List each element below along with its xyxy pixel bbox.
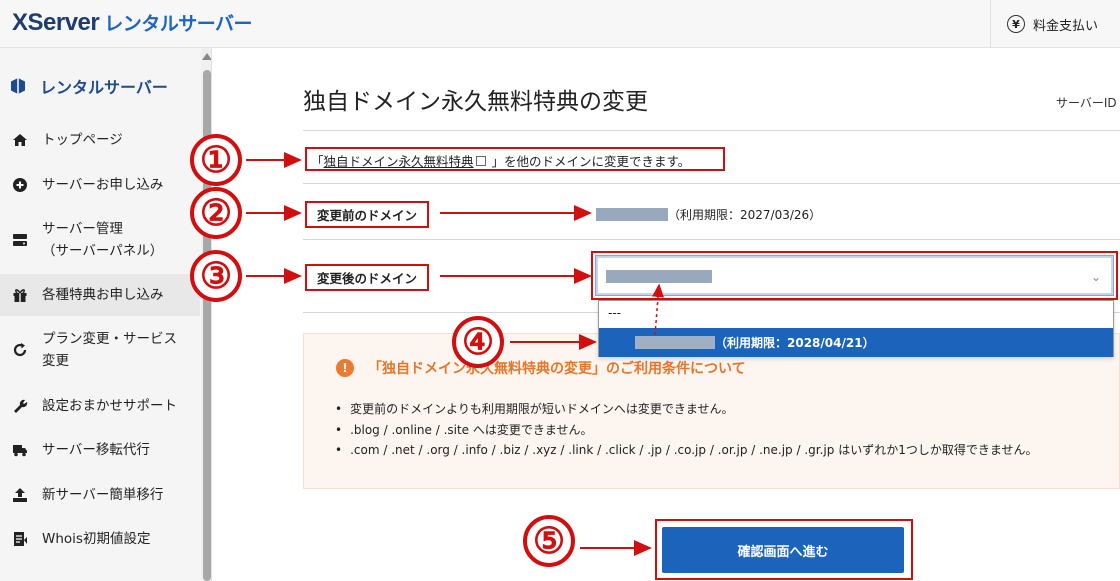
sidebar-title[interactable]: レンタルサーバー: [0, 68, 200, 104]
annotation-number-3: ③: [190, 250, 242, 302]
annotation-number-1: ①: [190, 134, 242, 186]
server-id-label: サーバーID: [1056, 96, 1117, 110]
sidebar-item-plan-change[interactable]: プラン変更・サービス 変更: [0, 328, 200, 374]
notice-title-text: 「独自ドメイン永久無料特典の変更」のご利用条件について: [368, 361, 746, 377]
sidebar-item-label: 各種特典お申し込み: [42, 287, 164, 303]
page-title: 独自ドメイン永久無料特典の変更: [303, 89, 648, 115]
logo-main-text: XServer: [12, 9, 100, 36]
upload-icon: [13, 488, 27, 502]
masked-domain: [635, 336, 715, 349]
sidebar-item-label: トップページ: [42, 132, 123, 148]
plus-circle-icon: [13, 178, 27, 192]
annotation-box-3: ⌄: [591, 251, 1118, 300]
payment-button[interactable]: ¥ 料金支払い: [990, 0, 1120, 48]
truck-icon: [13, 445, 27, 457]
after-domain-label: 変更後のドメイン: [305, 264, 430, 291]
xserver-logo[interactable]: XServer レンタルサーバー: [12, 9, 253, 37]
sidebar-item-sublabel: 変更: [42, 353, 69, 369]
domain-dropdown-list[interactable]: --- （利用期限：2028/04/21）: [598, 300, 1114, 357]
sidebar-item-sublabel: （サーバーパネル）: [42, 243, 164, 259]
document-icon: [14, 532, 27, 546]
confirm-button[interactable]: 確認画面へ進む: [662, 527, 904, 573]
sidebar-item-label: プラン変更・サービス: [42, 331, 177, 347]
gift-icon: [13, 289, 27, 302]
sidebar-item-label: サーバー管理: [42, 221, 123, 237]
yen-icon: ¥: [1007, 15, 1025, 33]
sidebar-item-label: Whois初期値設定: [42, 531, 151, 547]
notice-item: .blog / .online / .site へは変更できません。: [349, 421, 1037, 442]
description-text: 「独自ドメイン永久無料特典 」を他のドメインに変更できます。: [311, 154, 691, 169]
annotation-number-2: ②: [190, 187, 242, 239]
scroll-up-arrow-icon[interactable]: [202, 53, 211, 60]
sidebar: レンタルサーバー トップページ サーバーお申し込み サーバー管理 （サーバーパネ…: [0, 48, 212, 581]
sidebar-item-migration-service[interactable]: サーバー移転代行: [0, 439, 200, 465]
sidebar-item-label: サーバー移転代行: [42, 442, 150, 458]
payment-label: 料金支払い: [1033, 18, 1099, 34]
sidebar-item-label: 設定おまかせサポート: [42, 398, 177, 414]
sidebar-item-top[interactable]: トップページ: [0, 129, 200, 155]
row-divider: [303, 183, 1120, 184]
chevron-down-icon: ⌄: [1090, 270, 1101, 284]
before-domain-expiry: （利用期限：2027/03/26）: [668, 208, 822, 222]
notice-list: 変更前のドメインよりも利用期限が短いドメインへは変更できません。 .blog /…: [349, 400, 1037, 462]
sidebar-item-label: サーバーお申し込み: [42, 177, 164, 193]
sidebar-item-label: 新サーバー簡単移行: [42, 487, 164, 503]
sidebar-item-server-apply[interactable]: サーバーお申し込み: [0, 174, 200, 200]
selected-domain-masked: [606, 270, 712, 283]
masked-domain: [596, 208, 668, 221]
sidebar-item-easy-migrate[interactable]: 新サーバー簡単移行: [0, 484, 200, 510]
dropdown-option-empty[interactable]: ---: [608, 306, 621, 320]
exclamation-icon: !: [336, 359, 354, 377]
sidebar-title-label: レンタルサーバー: [40, 78, 168, 97]
refresh-icon: [13, 343, 27, 357]
server-cube-icon: [11, 78, 25, 94]
server-icon: [13, 234, 27, 246]
notice-item: 変更前のドメインよりも利用期限が短いドメインへは変更できません。: [349, 400, 1037, 421]
sidebar-item-support[interactable]: 設定おまかせサポート: [0, 395, 200, 421]
dropdown-option-domain[interactable]: （利用期限：2028/04/21）: [599, 328, 1113, 357]
before-domain-label: 変更前のドメイン: [305, 201, 430, 228]
title-divider: [303, 130, 1120, 131]
benefit-link[interactable]: 独自ドメイン永久無料特典: [324, 154, 474, 169]
sidebar-item-server-manage[interactable]: サーバー管理 （サーバーパネル）: [0, 218, 200, 264]
notice-item: .com / .net / .org / .info / .biz / .xyz…: [349, 441, 1037, 462]
sidebar-item-benefits[interactable]: 各種特典お申し込み: [0, 274, 200, 316]
row-divider: [303, 239, 1120, 240]
after-domain-select[interactable]: ⌄: [595, 255, 1114, 296]
annotation-number-4: ④: [452, 316, 504, 368]
wrench-icon: [14, 399, 28, 413]
home-icon: [13, 134, 27, 146]
dropdown-option-expiry: （利用期限：2028/04/21）: [715, 336, 875, 350]
top-header: XServer レンタルサーバー ¥ 料金支払い: [0, 0, 1120, 48]
sidebar-item-whois[interactable]: Whois初期値設定: [0, 528, 200, 554]
logo-sub-text: レンタルサーバー: [104, 13, 253, 35]
before-domain-value: （利用期限：2027/03/26）: [596, 206, 821, 223]
external-link-icon: [475, 156, 486, 166]
notice-title: ! 「独自ドメイン永久無料特典の変更」のご利用条件について: [336, 358, 746, 378]
annotation-number-5: ⑤: [523, 515, 575, 567]
